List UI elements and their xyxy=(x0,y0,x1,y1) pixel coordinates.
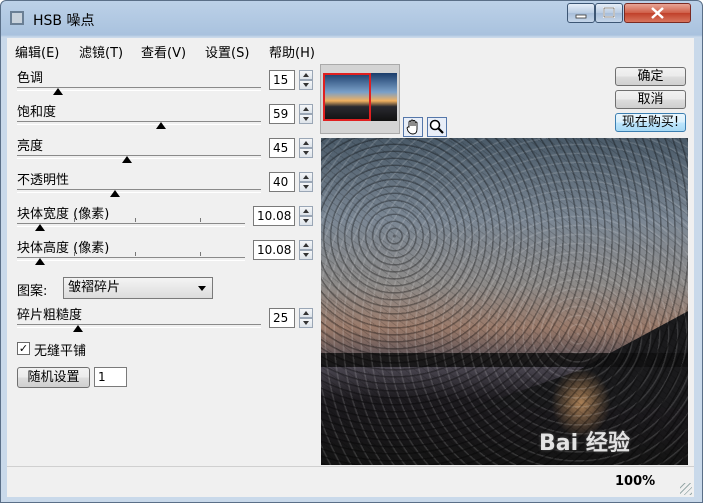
maximize-button[interactable] xyxy=(595,3,623,23)
hue-spinner[interactable] xyxy=(299,70,313,90)
window-title: HSB 噪点 xyxy=(33,13,95,29)
spin-up-icon[interactable] xyxy=(299,70,313,80)
slider-tick xyxy=(200,252,201,256)
maximize-icon xyxy=(603,7,615,18)
block-width-slider-thumb[interactable] xyxy=(34,224,45,231)
close-icon xyxy=(651,7,664,19)
watermark: Bai 经验 xyxy=(539,431,630,456)
spin-down-icon[interactable] xyxy=(299,216,313,226)
check-mark-icon: ✓ xyxy=(18,342,29,355)
block-width-spinner[interactable] xyxy=(299,206,313,226)
block-height-label: 块体高度 (像素) xyxy=(17,241,110,256)
random-settings-button[interactable]: 随机设置 xyxy=(17,367,90,388)
spin-down-icon[interactable] xyxy=(299,148,313,158)
brightness-slider-thumb[interactable] xyxy=(121,156,132,163)
opacity-label: 不透明性 xyxy=(17,173,70,188)
saturation-spinner[interactable] xyxy=(299,104,313,124)
preview-image[interactable] xyxy=(321,138,688,465)
saturation-input[interactable]: 59 xyxy=(269,104,295,124)
block-height-spinner[interactable] xyxy=(299,240,313,260)
hue-label: 色调 xyxy=(17,71,44,86)
slider-tick xyxy=(74,252,75,256)
block-height-input[interactable]: 10.08 xyxy=(253,240,295,260)
block-width-slider[interactable] xyxy=(17,223,245,227)
spin-up-icon[interactable] xyxy=(299,138,313,148)
block-width-input[interactable]: 10.08 xyxy=(253,206,295,226)
block-height-slider-thumb[interactable] xyxy=(34,258,45,265)
dialog-client: 色调 15 饱和度 59 亮度 45 不透明性 40 块体宽度 (像素) 10.… xyxy=(7,62,694,466)
roughness-slider[interactable] xyxy=(17,324,261,328)
chevron-down-icon xyxy=(198,286,206,291)
roughness-slider-thumb[interactable] xyxy=(73,325,83,332)
hand-tool-button[interactable] xyxy=(403,117,423,137)
menu-help[interactable]: 帮助(H) xyxy=(269,42,315,61)
menu-filter[interactable]: 滤镜(T) xyxy=(79,42,123,61)
spin-down-icon[interactable] xyxy=(299,182,313,192)
hue-slider-thumb[interactable] xyxy=(53,88,64,95)
spin-down-icon[interactable] xyxy=(299,114,313,124)
navigator-thumbnail[interactable] xyxy=(320,64,400,134)
slider-tick xyxy=(74,218,75,222)
slider-tick xyxy=(135,252,136,256)
random-seed-input[interactable]: 1 xyxy=(94,367,127,387)
slider-tick xyxy=(135,218,136,222)
saturation-slider-thumb[interactable] xyxy=(155,122,166,129)
roughness-label: 碎片粗糙度 xyxy=(17,308,83,323)
spin-up-icon[interactable] xyxy=(299,172,313,182)
pattern-label: 图案: xyxy=(17,284,48,299)
status-bar: 100% xyxy=(7,466,694,497)
spin-up-icon[interactable] xyxy=(299,104,313,114)
preview-noise-overlay xyxy=(321,138,688,465)
minimize-icon xyxy=(575,14,587,19)
title-bar[interactable]: HSB 噪点 xyxy=(1,1,702,37)
ok-button[interactable]: 确定 xyxy=(615,67,686,86)
slider-tick xyxy=(200,218,201,222)
app-icon xyxy=(10,11,24,25)
opacity-spinner[interactable] xyxy=(299,172,313,192)
saturation-label: 饱和度 xyxy=(17,105,57,120)
spin-up-icon[interactable] xyxy=(299,206,313,216)
seamless-checkbox[interactable]: ✓ xyxy=(17,342,30,355)
menu-edit[interactable]: 编辑(E) xyxy=(15,42,59,61)
block-height-slider[interactable] xyxy=(17,257,245,261)
pattern-select[interactable]: 皱褶碎片 xyxy=(63,277,213,299)
spin-down-icon[interactable] xyxy=(299,318,313,328)
spin-up-icon[interactable] xyxy=(299,240,313,250)
opacity-input[interactable]: 40 xyxy=(269,172,295,192)
menu-bar: 编辑(E) 滤镜(T) 查看(V) 设置(S) 帮助(H) xyxy=(7,38,694,62)
resize-grip-icon[interactable] xyxy=(680,483,692,495)
brightness-label: 亮度 xyxy=(17,139,44,154)
spin-down-icon[interactable] xyxy=(299,80,313,90)
block-width-label: 块体宽度 (像素) xyxy=(17,207,110,222)
menu-view[interactable]: 查看(V) xyxy=(141,42,186,61)
zoom-tool-icon xyxy=(429,119,444,134)
opacity-slider-thumb[interactable] xyxy=(109,190,120,197)
opacity-slider[interactable] xyxy=(17,189,261,193)
zoom-level: 100% xyxy=(615,474,656,489)
buy-now-button[interactable]: 现在购买! xyxy=(615,113,686,132)
seamless-label: 无缝平铺 xyxy=(34,344,87,359)
brightness-input[interactable]: 45 xyxy=(269,138,295,158)
roughness-spinner[interactable] xyxy=(299,308,313,328)
dialog-window: HSB 噪点 编辑(E) 滤镜(T) 查看(V) 设置(S) 帮助(H) 色调 … xyxy=(0,0,703,503)
cancel-button[interactable]: 取消 xyxy=(615,90,686,109)
close-button[interactable] xyxy=(624,3,691,23)
menu-settings[interactable]: 设置(S) xyxy=(205,42,249,61)
spin-down-icon[interactable] xyxy=(299,250,313,260)
minimize-button[interactable] xyxy=(567,3,595,23)
spin-up-icon[interactable] xyxy=(299,308,313,318)
brightness-slider[interactable] xyxy=(17,155,261,159)
hand-tool-icon xyxy=(406,119,418,135)
brightness-spinner[interactable] xyxy=(299,138,313,158)
saturation-slider[interactable] xyxy=(17,121,261,125)
hue-input[interactable]: 15 xyxy=(269,70,295,90)
pattern-value: 皱褶碎片 xyxy=(68,280,121,295)
zoom-tool-button[interactable] xyxy=(427,117,447,137)
roughness-input[interactable]: 25 xyxy=(269,308,295,328)
thumbnail-viewport[interactable] xyxy=(323,73,371,121)
